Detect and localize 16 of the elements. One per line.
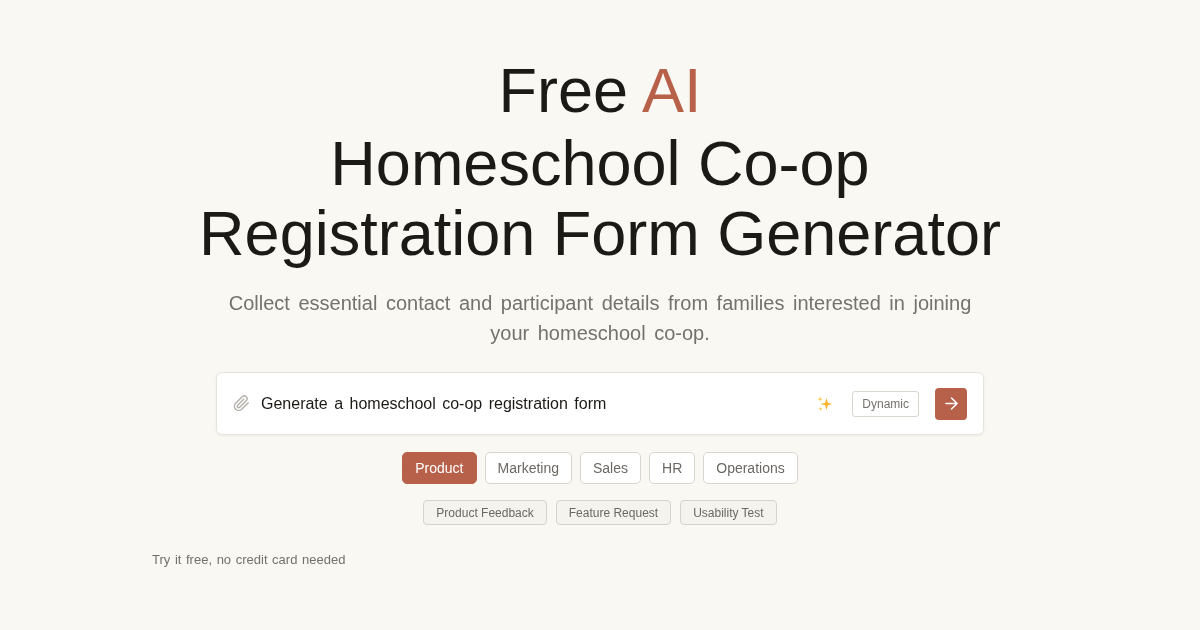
template-chip[interactable]: Usability Test: [680, 500, 777, 525]
footnote: Try it free, no credit card needed: [152, 551, 346, 569]
category-tab[interactable]: Marketing: [484, 452, 572, 484]
paperclip-icon[interactable]: [233, 395, 250, 412]
category-tab[interactable]: Sales: [580, 452, 641, 484]
submit-button[interactable]: [935, 387, 967, 420]
category-tab[interactable]: Product: [402, 452, 477, 484]
category-tab[interactable]: Operations: [703, 452, 798, 484]
prompt-field[interactable]: Generate a homeschool co-op registration form Dynamic: [216, 372, 984, 435]
template-chip[interactable]: Feature Request: [555, 500, 672, 525]
arrow-right-icon: [944, 397, 958, 410]
category-tab[interactable]: HR: [649, 452, 696, 484]
page-title: Free AI Homeschool Co-op Registration Form Generator: [199, 55, 1001, 268]
template-chip[interactable]: Product Feedback: [423, 500, 547, 525]
mode-button[interactable]: Dynamic: [852, 390, 919, 417]
subtitle: Collect essential contact and participant details from families interested in joining your homeschool co-op.: [227, 291, 973, 346]
